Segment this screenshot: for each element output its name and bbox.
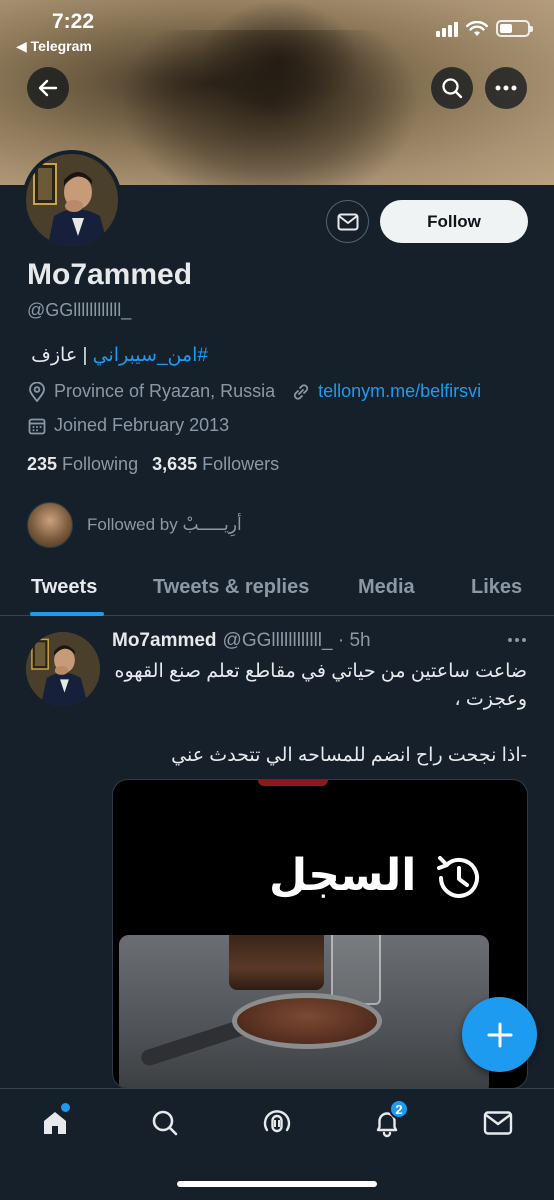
tab-media[interactable]: Media (358, 576, 415, 599)
coffee-photo (119, 935, 489, 1088)
followed-by-text: Followed by أرِيـــــبْ (87, 515, 242, 534)
follow-button[interactable]: Follow (380, 200, 528, 243)
search-icon (152, 1110, 178, 1136)
tweet-author-avatar[interactable] (26, 632, 100, 706)
tweet-more-icon[interactable] (508, 638, 526, 642)
cellular-signal-icon (436, 21, 458, 37)
spaces-icon (263, 1110, 291, 1133)
more-options-button[interactable] (485, 67, 527, 109)
followers-count: 3,635 (152, 454, 198, 474)
tweet-text: ضاعت ساعتين من حياتي في مقاطع تعلم صنع ا… (112, 658, 527, 770)
home-unread-dot (61, 1103, 70, 1112)
history-icon (437, 856, 479, 898)
tab-tweets[interactable]: Tweets (31, 576, 97, 599)
mail-icon (337, 213, 358, 230)
nav-spaces[interactable] (257, 1103, 297, 1143)
profile-tabs: Tweets Tweets & replies Media Likes (0, 560, 554, 616)
profile-bio: #امن_سيبراني | عازف (28, 344, 208, 367)
bio-text: | عازف (31, 345, 93, 366)
tweet-text-line-1: ضاعت ساعتين من حياتي في مقاطع تعلم صنع ا… (114, 661, 527, 710)
profile-location: Province of Ryazan, Russia (54, 381, 276, 401)
link-icon (291, 382, 311, 402)
profile-handle: @GGllllllllllll_ (27, 300, 132, 320)
nav-home[interactable] (35, 1103, 75, 1143)
nav-notifications[interactable]: 2 (367, 1099, 409, 1143)
nav-search[interactable] (145, 1103, 185, 1143)
followed-by-row[interactable]: Followed by أرِيـــــبْ (27, 502, 242, 548)
tweet-header: Mo7ammed @GGllllllllllll_ · 5h (112, 630, 371, 652)
follower-avatar (27, 502, 73, 548)
profile-joined-date: Joined February 2013 (54, 415, 230, 435)
profile-meta-row: Province of Ryazan, Russia tellonym.me/b… (27, 381, 481, 402)
active-tab-indicator (30, 612, 104, 616)
tweet-text-line-2: -اذا نجحت راح انضم للمساحه الي تتحدث عني (171, 745, 527, 766)
followers-link[interactable]: 3,635 Followers (152, 454, 279, 475)
nav-messages[interactable] (478, 1103, 518, 1143)
message-button[interactable] (326, 200, 369, 243)
avatar-photo (26, 154, 118, 246)
arrow-left-icon (38, 79, 58, 97)
media-red-bar (258, 780, 328, 786)
avatar-photo (26, 632, 100, 706)
status-time: 7:22 (52, 10, 95, 33)
follow-counts: 235 Following 3,635 Followers (27, 454, 279, 475)
back-button[interactable] (27, 67, 69, 109)
compose-tweet-button[interactable] (462, 997, 537, 1072)
notifications-badge: 2 (389, 1099, 409, 1119)
tweet-author-name[interactable]: Mo7ammed (112, 630, 217, 652)
back-to-telegram-link[interactable]: ◀ Telegram (16, 38, 92, 55)
following-label: Following (62, 454, 139, 474)
tweet-handle-time: @GGllllllllllll_ · 5h (222, 630, 371, 651)
following-link[interactable]: 235 Following (27, 454, 138, 475)
battery-icon (496, 20, 533, 37)
profile-avatar[interactable] (22, 150, 122, 250)
profile-website-link[interactable]: tellonym.me/belfirsvi (318, 381, 481, 402)
search-icon (442, 78, 463, 99)
status-icons (436, 20, 533, 37)
home-icon (44, 1112, 66, 1134)
location-pin-icon (27, 381, 47, 402)
home-indicator[interactable] (177, 1181, 377, 1187)
tab-likes[interactable]: Likes (471, 576, 522, 599)
messages-icon (483, 1111, 513, 1135)
more-horizontal-icon (495, 85, 517, 91)
status-bar: 7:22 ◀ Telegram (0, 0, 554, 60)
wifi-icon (466, 20, 488, 36)
following-count: 235 (27, 454, 58, 474)
tab-tweets-and-replies[interactable]: Tweets & replies (153, 576, 309, 599)
bio-hashtag-link[interactable]: #امن_سيبراني (93, 345, 208, 366)
media-label: السجل (269, 851, 417, 900)
profile-joined-row: Joined February 2013 (27, 415, 229, 436)
calendar-icon (27, 416, 47, 436)
search-button[interactable] (431, 67, 473, 109)
followers-label: Followers (202, 454, 280, 474)
profile-display-name: Mo7ammed (27, 258, 193, 291)
plus-icon (487, 1022, 512, 1047)
